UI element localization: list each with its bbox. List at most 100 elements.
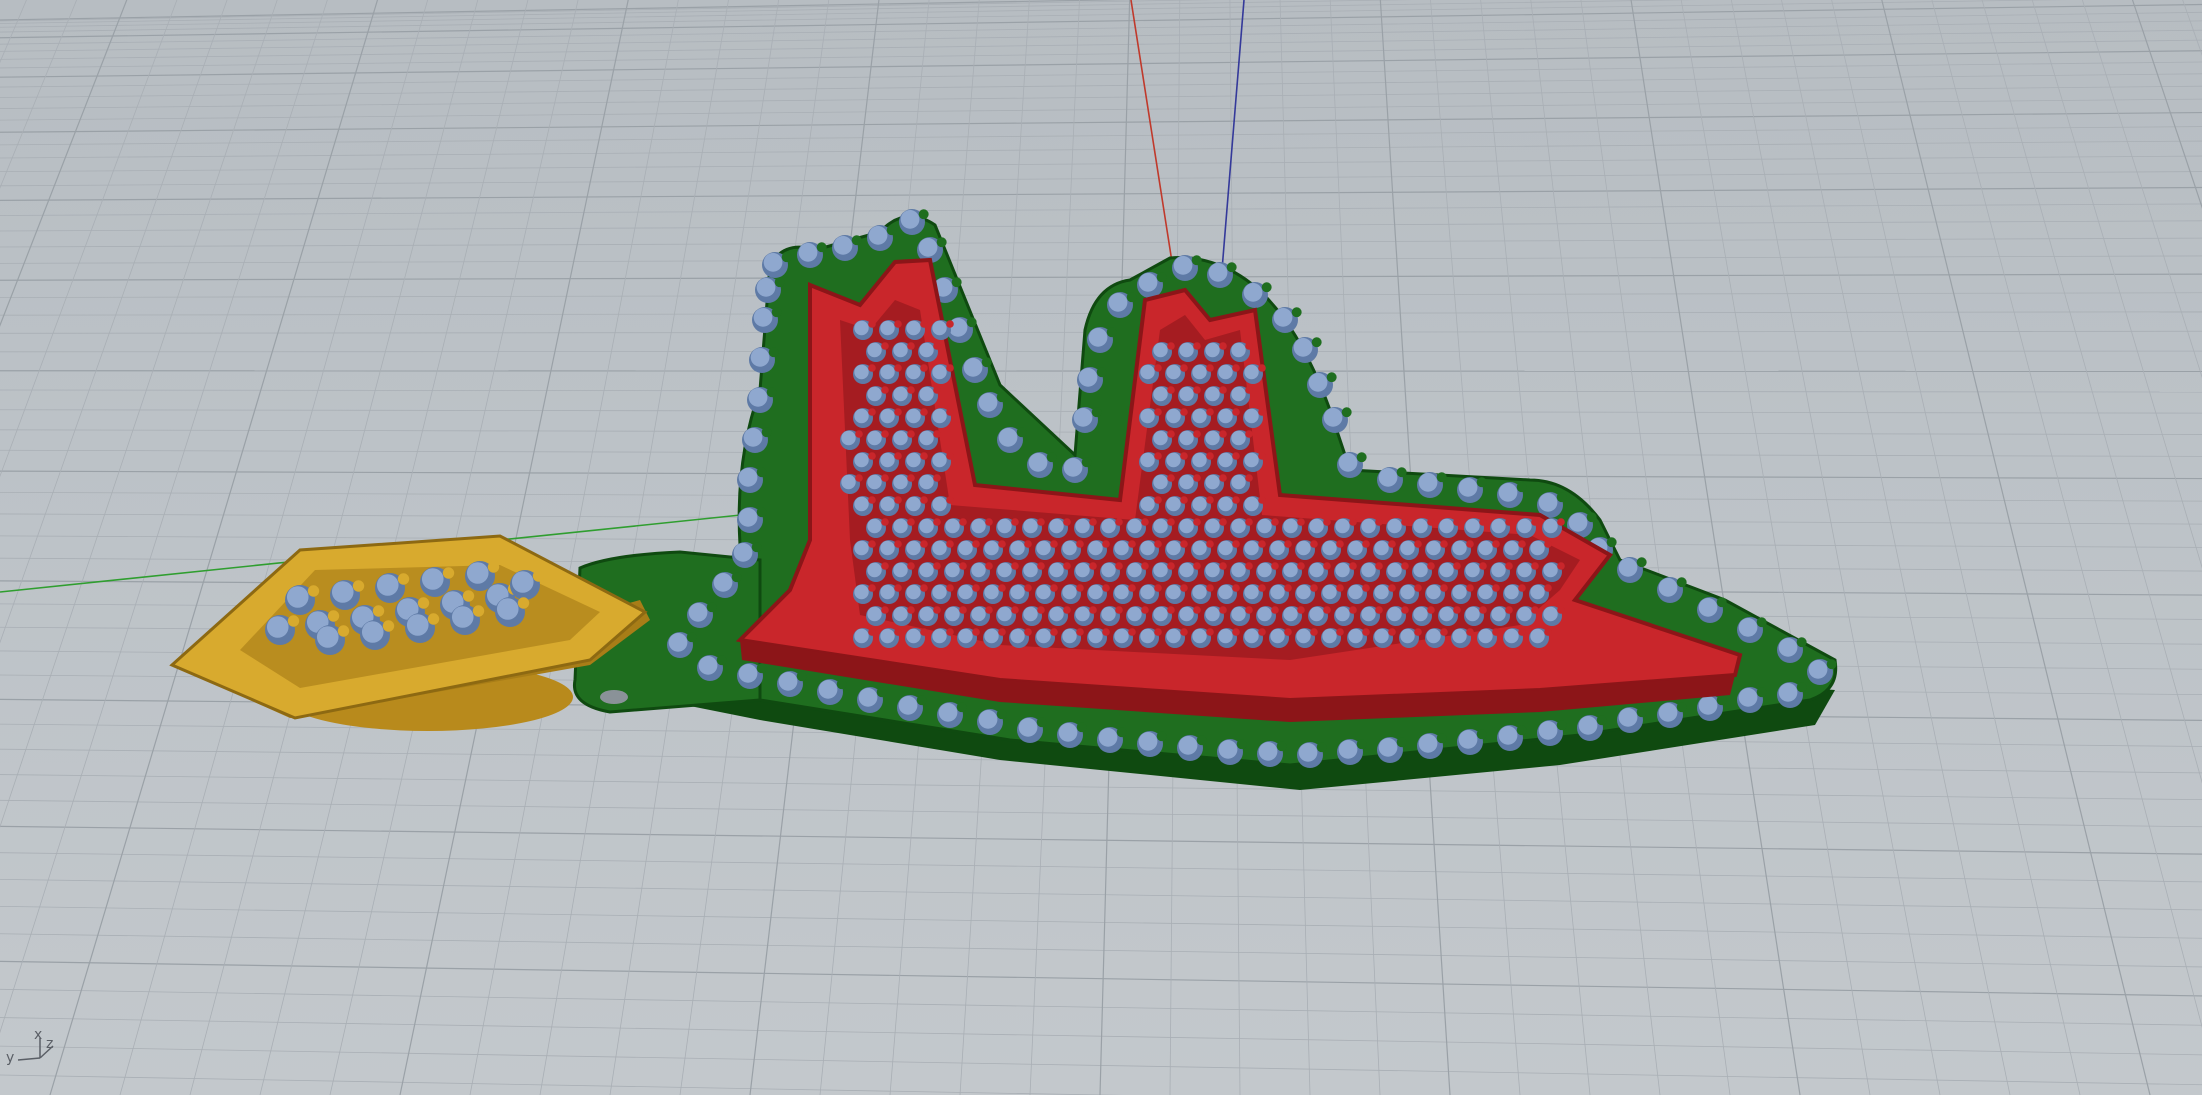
gem-table — [1530, 540, 1545, 556]
gem-table — [1140, 628, 1155, 644]
gem-prong — [1180, 628, 1188, 636]
gem-prong — [1219, 474, 1227, 482]
gem-table — [1348, 540, 1363, 556]
gem-prong — [1518, 628, 1526, 636]
gem-table — [361, 621, 384, 643]
gem-table — [1543, 518, 1558, 534]
gem-prong — [1219, 430, 1227, 438]
gem-prong — [1310, 628, 1318, 636]
gem-prong — [816, 242, 827, 253]
grid-line-h — [0, 203, 2202, 216]
gem-prong — [397, 573, 410, 585]
gem-prong — [1362, 628, 1370, 636]
gem-table — [1140, 584, 1155, 600]
gem-prong — [1037, 562, 1045, 570]
gem-prong — [472, 605, 485, 617]
gem-prong — [1193, 386, 1201, 394]
3d-scene[interactable]: x z y — [0, 0, 2202, 1095]
gem-prong — [1258, 496, 1266, 504]
gem-table — [1166, 364, 1181, 380]
gem-prong — [1453, 518, 1461, 526]
gem-prong — [1518, 584, 1526, 592]
gem-table — [1101, 518, 1116, 534]
gem-prong — [1492, 628, 1500, 636]
gem-table — [1231, 386, 1246, 402]
gem-table — [1452, 584, 1467, 600]
gem-prong — [1336, 540, 1344, 548]
gem-table — [266, 616, 289, 638]
gem-table — [1018, 718, 1038, 737]
gem-prong — [1356, 739, 1367, 750]
gem-table — [1075, 518, 1090, 534]
red-inner-frame[interactable] — [735, 257, 1743, 722]
gem-prong — [796, 671, 807, 682]
gem-table — [763, 253, 783, 272]
gem-table — [854, 496, 869, 512]
gem-prong — [1193, 342, 1201, 350]
gem-table — [1738, 618, 1758, 637]
gem-table — [713, 573, 733, 592]
gem-table — [286, 586, 309, 608]
gem-table — [1138, 273, 1158, 292]
gem-prong — [307, 585, 320, 597]
gem-prong — [1191, 255, 1202, 266]
gem-prong — [1440, 540, 1448, 548]
gem-prong — [532, 570, 545, 582]
gem-table — [932, 364, 947, 380]
gem-table — [945, 518, 960, 534]
gem-table — [867, 430, 882, 446]
gem-prong — [881, 474, 889, 482]
gem-prong — [907, 342, 915, 350]
gem-prong — [1154, 584, 1162, 592]
gem-table — [919, 474, 934, 490]
gem-prong — [920, 628, 928, 636]
grid-line-h — [0, 255, 2202, 264]
gem-table — [854, 320, 869, 336]
gem-prong — [1349, 606, 1357, 614]
gem-table — [1088, 328, 1108, 347]
gem-prong — [1154, 628, 1162, 636]
gem-table — [1218, 452, 1233, 468]
gem-table — [688, 603, 708, 622]
gem-table — [1387, 606, 1402, 622]
gem-table — [867, 386, 882, 402]
gem-table — [1374, 584, 1389, 600]
gem-table — [1049, 562, 1064, 578]
gem-table — [868, 226, 888, 245]
gem-table — [1010, 584, 1025, 600]
gem-table — [1361, 606, 1376, 622]
gem-table — [880, 408, 895, 424]
gem-table — [854, 540, 869, 556]
gem-prong — [756, 663, 767, 674]
gem-table — [906, 496, 921, 512]
gem-table — [1058, 723, 1078, 742]
gem-prong — [1096, 367, 1107, 378]
connector-hole — [600, 690, 628, 704]
gem-prong — [1232, 496, 1240, 504]
gem-table — [1075, 562, 1090, 578]
gem-prong — [1193, 430, 1201, 438]
gem-prong — [1076, 540, 1084, 548]
gem-prong — [1219, 342, 1227, 350]
gem-prong — [946, 452, 954, 460]
gem-table — [738, 468, 758, 487]
gem-table — [1270, 628, 1285, 644]
gem-table — [1192, 496, 1207, 512]
gem-table — [1179, 386, 1194, 402]
gem-table — [1166, 496, 1181, 512]
gem-table — [1098, 728, 1118, 747]
gem-prong — [1341, 407, 1352, 418]
gem-table — [1140, 408, 1155, 424]
gem-table — [919, 562, 934, 578]
gem-table — [1458, 730, 1478, 749]
gem-table — [1504, 540, 1519, 556]
gem-table — [1127, 562, 1142, 578]
gem-table — [1192, 540, 1207, 556]
gem-table — [1543, 562, 1558, 578]
gem-table — [1205, 474, 1220, 490]
gem-table — [978, 710, 998, 729]
perspective-viewport[interactable]: x z y — [0, 0, 2202, 1095]
gem-prong — [1167, 430, 1175, 438]
gem-prong — [946, 584, 954, 592]
gem-prong — [1089, 562, 1097, 570]
